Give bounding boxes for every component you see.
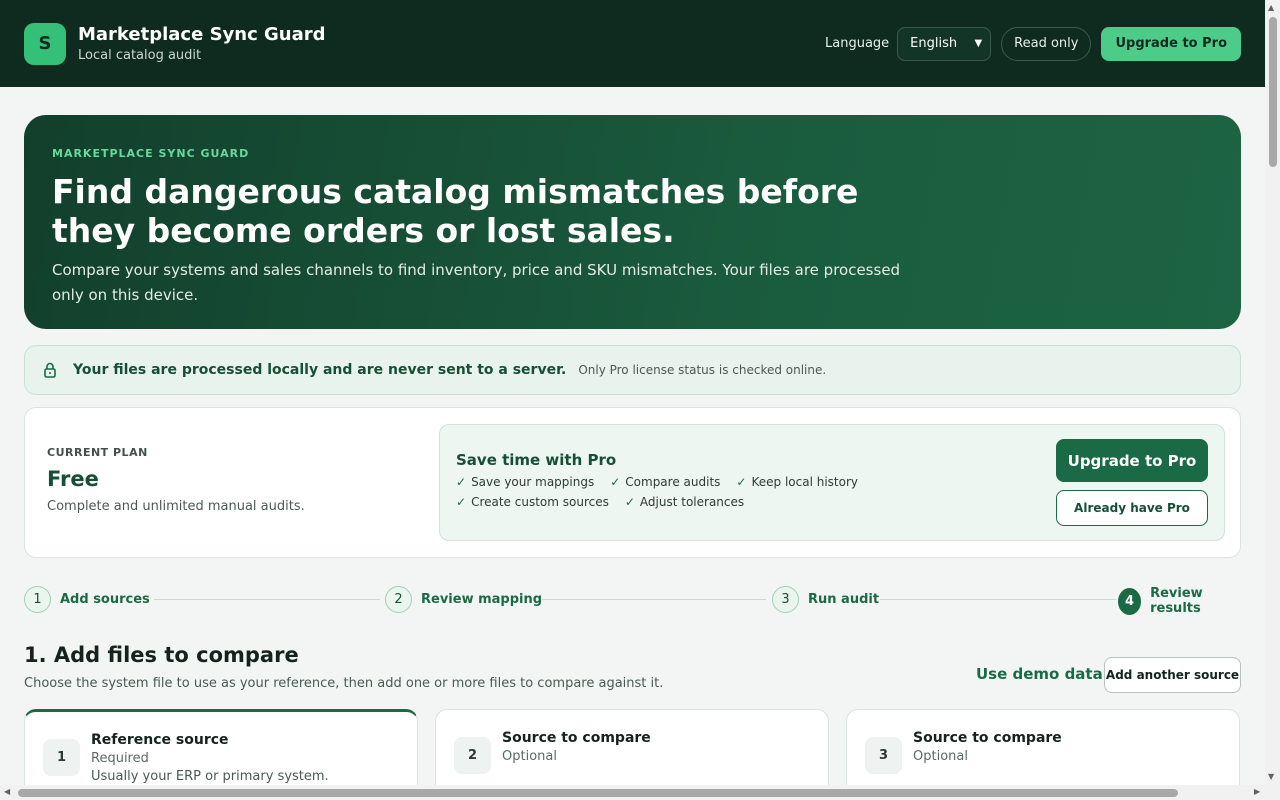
vertical-scrollbar[interactable]: ▲ ▼ bbox=[1265, 0, 1280, 785]
source-text: Source to compare Optional bbox=[502, 730, 651, 764]
use-demo-data-link[interactable]: Use demo data bbox=[976, 665, 1103, 683]
upgrade-button-header[interactable]: Upgrade to Pro bbox=[1101, 26, 1241, 61]
plan-name: Free bbox=[47, 467, 99, 491]
already-have-pro-button[interactable]: Already have Pro bbox=[1056, 490, 1208, 526]
compare-source-card[interactable]: 2 Source to compare Optional bbox=[435, 709, 829, 785]
section-description: Choose the system file to use as your re… bbox=[24, 676, 664, 691]
app-logo: S bbox=[24, 22, 66, 65]
step-label: Review mapping bbox=[421, 592, 543, 607]
lock-icon bbox=[44, 362, 56, 378]
pro-buttons: Upgrade to Pro Already have Pro bbox=[1056, 439, 1208, 526]
step-label: Add sources bbox=[60, 592, 150, 607]
step-connector bbox=[880, 599, 1116, 600]
section-title: 1. Add files to compare bbox=[24, 643, 299, 667]
source-number: 2 bbox=[454, 737, 491, 774]
step-label: Run audit bbox=[808, 592, 880, 607]
app-subtitle: Local catalog audit bbox=[78, 48, 202, 63]
compare-source-card[interactable]: 3 Source to compare Optional bbox=[846, 709, 1240, 785]
feature-item: ✓ Adjust tolerances bbox=[624, 495, 745, 509]
language-value: English bbox=[910, 36, 958, 51]
check-icon: ✓ bbox=[610, 475, 621, 489]
privacy-note: Only Pro license status is checked onlin… bbox=[578, 363, 827, 377]
check-icon: ✓ bbox=[736, 475, 747, 489]
plan-card: CURRENT PLAN Free Complete and unlimited… bbox=[24, 407, 1241, 558]
privacy-statement: Your files are processed locally and are… bbox=[73, 362, 567, 378]
hero-title: Find dangerous catalog mismatches before… bbox=[52, 172, 859, 250]
app-title: Marketplace Sync Guard bbox=[78, 24, 326, 45]
step-number: 2 bbox=[385, 586, 412, 613]
language-select[interactable]: English ▼ bbox=[897, 26, 992, 61]
source-requirement: Optional bbox=[913, 749, 968, 764]
plan-description: Complete and unlimited manual audits. bbox=[47, 499, 305, 514]
source-title: Reference source bbox=[91, 732, 229, 748]
source-hint: Usually your ERP or primary system. bbox=[91, 769, 329, 784]
plan-kicker: CURRENT PLAN bbox=[47, 446, 148, 459]
feature-item: ✓ Save your mappings bbox=[456, 475, 595, 489]
step-connector bbox=[534, 599, 766, 600]
check-icon: ✓ bbox=[456, 495, 467, 509]
hero-banner: MARKETPLACE SYNC GUARD Find dangerous ca… bbox=[24, 115, 1241, 329]
privacy-banner: Your files are processed locally and are… bbox=[24, 345, 1241, 395]
source-text: Reference source Required Usually your E… bbox=[91, 732, 329, 784]
reference-source-card[interactable]: 1 Reference source Required Usually your… bbox=[24, 709, 418, 785]
step-review-results[interactable]: 4 Review results bbox=[1118, 586, 1241, 616]
feature-item: ✓ Create custom sources bbox=[456, 495, 609, 509]
source-number: 3 bbox=[865, 737, 902, 774]
source-number: 1 bbox=[43, 739, 80, 776]
hero-kicker: MARKETPLACE SYNC GUARD bbox=[52, 147, 250, 160]
add-source-button[interactable]: Add another source bbox=[1104, 657, 1241, 693]
scrollbar-thumb[interactable] bbox=[1269, 17, 1277, 167]
read-only-badge[interactable]: Read only bbox=[1001, 26, 1092, 61]
step-number: 3 bbox=[772, 586, 799, 613]
language-label: Language bbox=[825, 36, 890, 51]
step-connector bbox=[154, 599, 380, 600]
scroll-down-icon[interactable]: ▼ bbox=[1268, 772, 1274, 781]
source-requirement: Required bbox=[91, 751, 149, 766]
hero-description: Compare your systems and sales channels … bbox=[52, 261, 901, 304]
current-plan: CURRENT PLAN Free Complete and unlimited… bbox=[47, 446, 305, 514]
progress-stepper: 1 Add sources 2 Review mapping 3 Run aud… bbox=[24, 586, 1241, 616]
pro-promo: Save time with Pro ✓ Save your mappings ✓… bbox=[439, 424, 1225, 541]
header-actions: Language English ▼ Read only Upgrade to … bbox=[825, 26, 1241, 61]
scrollbar-thumb[interactable] bbox=[18, 789, 1178, 797]
step-review-mapping[interactable]: 2 Review mapping bbox=[385, 586, 543, 613]
step-add-sources[interactable]: 1 Add sources bbox=[24, 586, 150, 613]
scroll-right-icon[interactable]: ▶ bbox=[1254, 787, 1260, 796]
step-number: 4 bbox=[1118, 587, 1142, 615]
feature-item: ✓ Compare audits bbox=[610, 475, 721, 489]
step-label: Review results bbox=[1150, 586, 1203, 616]
scroll-up-icon[interactable]: ▲ bbox=[1268, 3, 1274, 12]
horizontal-scrollbar[interactable]: ◀ ▶ bbox=[0, 785, 1280, 800]
source-title: Source to compare bbox=[502, 730, 651, 746]
check-icon: ✓ bbox=[624, 495, 635, 509]
scroll-left-icon[interactable]: ◀ bbox=[4, 787, 10, 796]
check-icon: ✓ bbox=[456, 475, 467, 489]
upgrade-button[interactable]: Upgrade to Pro bbox=[1056, 439, 1208, 482]
source-title: Source to compare bbox=[913, 730, 1062, 746]
brand: Marketplace Sync Guard Local catalog aud… bbox=[78, 24, 326, 63]
step-number: 1 bbox=[24, 586, 51, 613]
chevron-down-icon: ▼ bbox=[974, 38, 983, 49]
feature-item: ✓ Keep local history bbox=[736, 475, 858, 489]
source-text: Source to compare Optional bbox=[913, 730, 1062, 764]
pro-features: ✓ Save your mappings ✓ Compare audits ✓ Kee… bbox=[456, 475, 1016, 509]
page-viewport: S Marketplace Sync Guard Local catalog a… bbox=[0, 0, 1265, 785]
source-requirement: Optional bbox=[502, 749, 557, 764]
top-bar: S Marketplace Sync Guard Local catalog a… bbox=[0, 0, 1265, 87]
step-run-audit[interactable]: 3 Run audit bbox=[772, 586, 880, 613]
